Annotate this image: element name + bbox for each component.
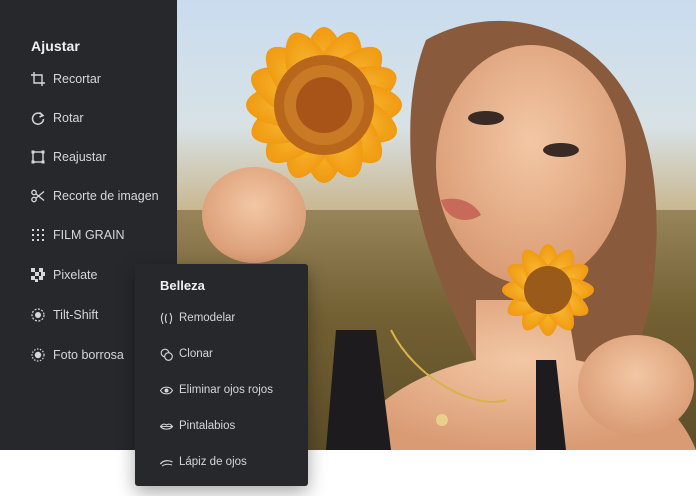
beauty-item-remodelar[interactable]: Remodelar [160,309,235,327]
beauty-item-label: Clonar [179,348,213,360]
beauty-item-label: Eliminar ojos rojos [179,384,273,396]
beauty-item-pintalabios[interactable]: Pintalabios [160,417,235,435]
sidebar-item-label: Rotar [53,111,84,125]
clone-icon [160,348,173,361]
beauty-panel: Belleza Remodelar Clonar Eliminar ojos r… [135,264,308,486]
sidebar-item-label: Recorte de imagen [53,189,159,203]
reshape-icon [160,312,173,325]
sidebar-item-label: FILM GRAIN [53,228,125,242]
sidebar-title: Ajustar [31,38,80,54]
sidebar-item-label: Foto borrosa [53,348,124,362]
beauty-item-label: Remodelar [179,312,236,324]
sidebar-item-tilt-shift[interactable]: Tilt-Shift [31,305,98,325]
beauty-item-lapiz-de-ojos[interactable]: Lápiz de ojos [160,453,247,471]
sidebar-item-recortar[interactable]: Recortar [31,69,101,89]
beauty-panel-title: Belleza [160,278,205,293]
scissors-icon [31,189,45,203]
sidebar-item-film-grain[interactable]: FILM GRAIN [31,225,125,245]
beauty-item-eliminar-ojos-rojos[interactable]: Eliminar ojos rojos [160,381,273,399]
beauty-item-label: Pintalabios [179,420,236,432]
beauty-item-label: Lápiz de ojos [179,456,247,468]
sidebar-item-label: Recortar [53,72,101,86]
sidebar-item-foto-borrosa[interactable]: Foto borrosa [31,345,124,365]
sidebar-item-rotar[interactable]: Rotar [31,108,84,128]
beauty-item-clonar[interactable]: Clonar [160,345,213,363]
sidebar-item-reajustar[interactable]: Reajustar [31,147,107,167]
sidebar-item-label: Pixelate [53,268,98,282]
lips-icon [160,420,173,433]
eye-icon [160,384,173,397]
eyeliner-icon [160,456,173,469]
rotate-icon [31,111,45,125]
editor-canvas: Ajustar Recortar Rotar Reajustar Recorte… [0,0,696,496]
sidebar-item-label: Tilt-Shift [53,308,99,322]
tilt-shift-icon [31,308,45,322]
resize-icon [31,150,45,164]
grain-icon [31,228,45,242]
sidebar-item-recorte-de-imagen[interactable]: Recorte de imagen [31,186,159,206]
sidebar-item-label: Reajustar [53,150,107,164]
crop-icon [31,72,45,86]
sidebar-item-pixelate[interactable]: Pixelate [31,265,97,285]
pixelate-icon [31,268,45,282]
blur-icon [31,348,45,362]
